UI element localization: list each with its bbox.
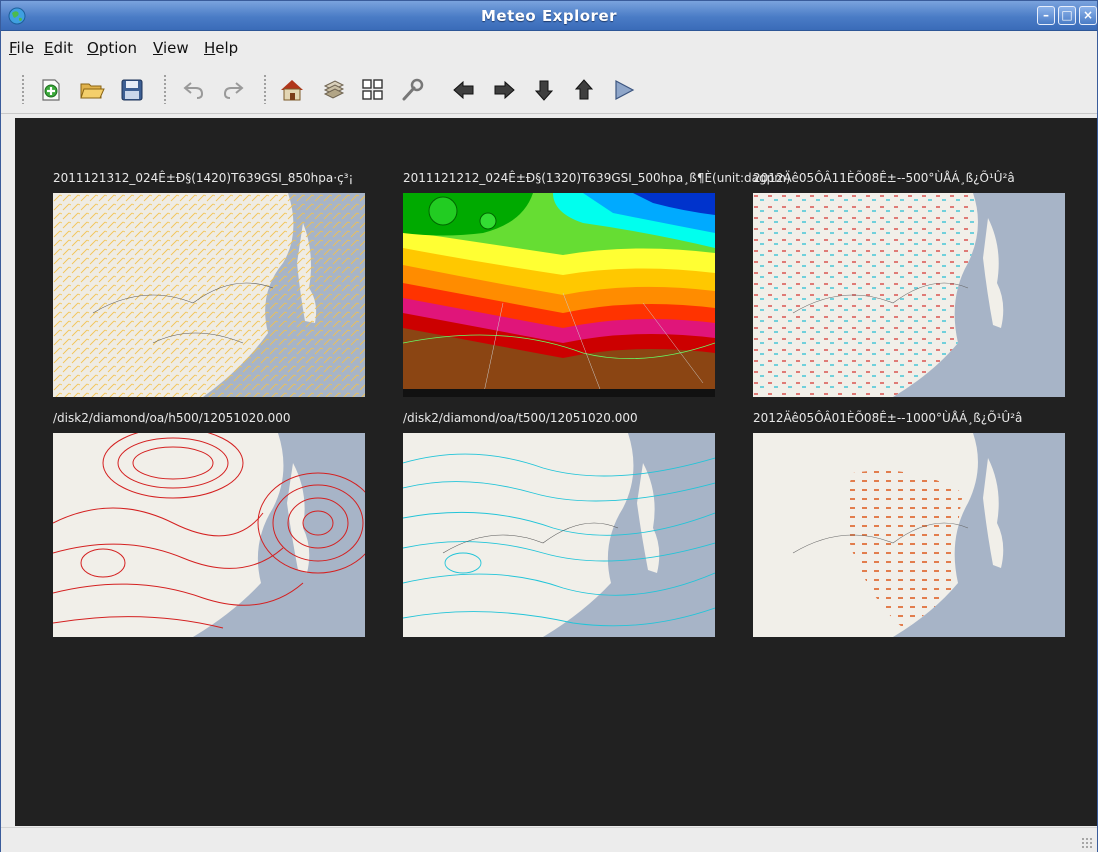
panel-caption: 2011121312_024Ê±Ð§(1420)T639GSI_850hpa·ç… bbox=[53, 171, 354, 185]
map-image bbox=[53, 433, 365, 637]
pan-left-button[interactable] bbox=[451, 77, 477, 103]
pan-up-button[interactable] bbox=[571, 77, 597, 103]
layers-icon bbox=[323, 80, 345, 99]
home-icon bbox=[281, 80, 303, 101]
map-image bbox=[403, 433, 715, 637]
panel-caption: /disk2/diamond/oa/h500/12051020.000 bbox=[53, 411, 291, 425]
menu-view-mnemonic: V bbox=[153, 39, 163, 57]
panel-caption: /disk2/diamond/oa/t500/12051020.000 bbox=[403, 411, 638, 425]
toolbar-grip[interactable] bbox=[163, 74, 167, 104]
menu-file[interactable]: File bbox=[9, 39, 34, 57]
map-image bbox=[403, 193, 715, 397]
map-image bbox=[53, 193, 365, 397]
menu-view[interactable]: View bbox=[153, 39, 189, 57]
menu-edit-label: dit bbox=[53, 39, 74, 57]
play-button[interactable] bbox=[611, 77, 637, 103]
close-button[interactable]: × bbox=[1079, 6, 1097, 25]
title-bar[interactable]: Meteo Explorer – □ × bbox=[1, 1, 1097, 31]
panel-caption: 2012Äê05ÔÂ11ÈÕ08Ê±--500°ÙÅÁ¸ß¿Õ¹Û²â bbox=[753, 171, 1015, 185]
panel-caption: 2012Äê05ÔÂ01ÈÕ08Ê±--1000°ÙÅÁ¸ß¿Õ¹Û²â bbox=[753, 411, 1023, 425]
map-thumbnail[interactable] bbox=[53, 433, 365, 637]
menu-view-label: iew bbox=[162, 39, 189, 57]
pan-right-button[interactable] bbox=[491, 77, 517, 103]
map-image bbox=[753, 193, 1065, 397]
pan-down-button[interactable] bbox=[531, 77, 557, 103]
map-thumbnail[interactable] bbox=[403, 193, 715, 397]
window-title: Meteo Explorer bbox=[480, 7, 618, 25]
map-image bbox=[753, 433, 1065, 637]
arrow-up-icon bbox=[574, 79, 594, 100]
map-thumbnail[interactable] bbox=[53, 193, 365, 397]
play-icon bbox=[615, 80, 635, 100]
menu-file-mnemonic: F bbox=[9, 39, 17, 57]
new-button[interactable] bbox=[38, 77, 64, 103]
map-thumbnail[interactable] bbox=[753, 193, 1065, 397]
redo-icon bbox=[223, 82, 244, 99]
wrench-icon bbox=[402, 78, 424, 101]
menu-option[interactable]: Option bbox=[87, 39, 137, 57]
menu-option-mnemonic: O bbox=[87, 39, 99, 57]
menu-option-label: ption bbox=[98, 39, 138, 57]
save-icon bbox=[121, 79, 143, 101]
menu-help[interactable]: Help bbox=[204, 39, 238, 57]
main-window: Meteo Explorer – □ × File Edit Option Vi… bbox=[0, 0, 1098, 852]
grid-icon bbox=[362, 79, 383, 100]
minimize-button[interactable]: – bbox=[1037, 6, 1055, 25]
arrow-left-icon bbox=[453, 80, 474, 100]
toolbar-grip[interactable] bbox=[263, 74, 267, 104]
open-button[interactable] bbox=[79, 77, 105, 103]
save-button[interactable] bbox=[119, 77, 145, 103]
open-folder-icon bbox=[80, 83, 105, 99]
panel-caption: 2011121212_024Ê±Ð§(1320)T639GSI_500hpa¸ß… bbox=[403, 171, 791, 185]
menu-help-mnemonic: H bbox=[204, 39, 216, 57]
home-button[interactable] bbox=[279, 77, 305, 103]
grid-button[interactable] bbox=[360, 77, 386, 103]
layers-button[interactable] bbox=[321, 77, 347, 103]
menu-edit[interactable]: Edit bbox=[44, 39, 73, 57]
undo-icon bbox=[183, 82, 204, 99]
status-bar bbox=[1, 827, 1097, 852]
arrow-down-icon bbox=[534, 80, 554, 101]
toolbar bbox=[1, 64, 1097, 114]
maximize-button[interactable]: □ bbox=[1058, 6, 1076, 25]
arrow-right-icon bbox=[494, 80, 515, 100]
redo-button[interactable] bbox=[220, 77, 246, 103]
map-thumbnail[interactable] bbox=[753, 433, 1065, 637]
toolbar-grip[interactable] bbox=[21, 74, 25, 104]
undo-button[interactable] bbox=[181, 77, 207, 103]
menu-file-label: ile bbox=[16, 39, 35, 57]
settings-button[interactable] bbox=[399, 77, 425, 103]
menu-bar: File Edit Option View Help bbox=[1, 32, 1097, 62]
new-icon bbox=[42, 79, 60, 101]
menu-help-label: elp bbox=[215, 39, 239, 57]
resize-grip[interactable] bbox=[1081, 837, 1093, 849]
map-thumbnail[interactable] bbox=[403, 433, 715, 637]
